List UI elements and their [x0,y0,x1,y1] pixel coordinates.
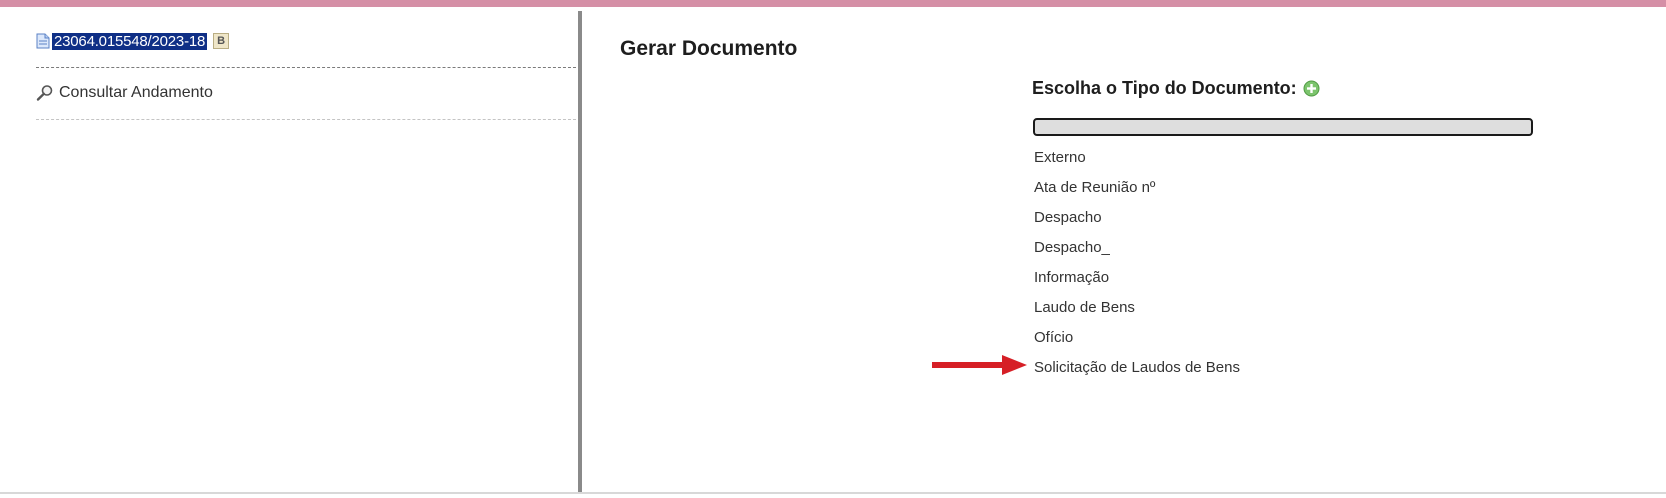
document-type-list: Externo Ata de Reunião nº Despacho Despacho… [1034,147,1240,387]
document-type-option[interactable]: Informação [1034,267,1240,297]
document-type-option[interactable]: Solicitação de Laudos de Bens [1034,357,1240,387]
document-type-option[interactable]: Ata de Reunião nº [1034,177,1240,207]
red-arrow-annotation [932,355,1027,375]
document-type-option[interactable]: Despacho_ [1034,237,1240,267]
document-icon [36,33,50,49]
process-badge[interactable]: B [213,33,230,49]
document-type-option[interactable]: Despacho [1034,207,1240,237]
document-type-option[interactable]: Externo [1034,147,1240,177]
process-tree-root[interactable]: 23064.015548/2023-18 B [36,32,230,50]
sei-page: 23064.015548/2023-18 B Consultar Andamen… [0,0,1666,498]
frame-bottom-border [0,492,1666,494]
choose-type-header: Escolha o Tipo do Documento: [1032,78,1320,99]
page-title: Gerar Documento [620,37,798,60]
consult-progress-label: Consultar Andamento [59,84,213,101]
choose-type-label: Escolha o Tipo do Documento: [1032,78,1297,98]
magnifier-icon [36,84,54,102]
tree-divider [36,67,576,68]
tree-divider-bottom [36,119,576,120]
top-accent-bar [0,0,1666,7]
document-type-option[interactable]: Laudo de Bens [1034,297,1240,327]
plus-circle-icon[interactable] [1303,80,1320,97]
process-number-link[interactable]: 23064.015548/2023-18 [52,32,208,50]
consult-progress-link[interactable]: Consultar Andamento [36,84,213,102]
document-type-filter-input[interactable] [1033,118,1533,136]
process-tree-panel [0,7,578,492]
document-type-option[interactable]: Ofício [1034,327,1240,357]
